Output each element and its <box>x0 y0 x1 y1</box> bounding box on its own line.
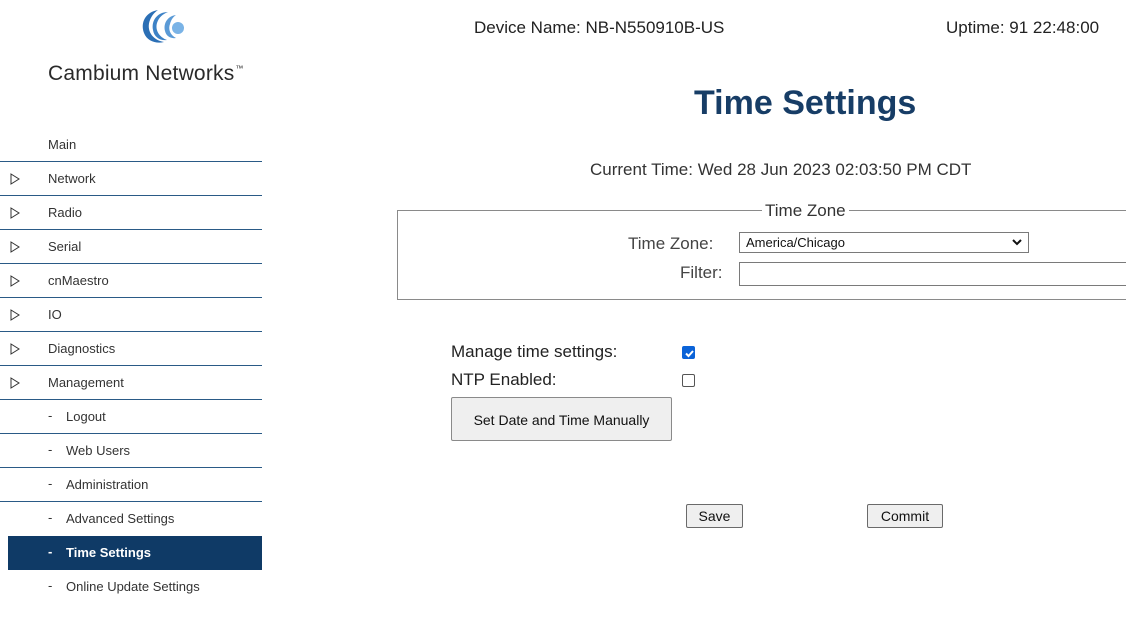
triangle-right-icon <box>10 343 20 355</box>
brand-logo-text: Cambium Networks™ <box>48 62 244 86</box>
page-title: Time Settings <box>694 84 917 122</box>
sidebar-item-label: Advanced Settings <box>66 511 175 526</box>
ntp-enabled-label: NTP Enabled: <box>451 370 557 389</box>
trademark: ™ <box>235 64 244 73</box>
triangle-right-icon <box>10 309 20 321</box>
sidebar-item-label: IO <box>48 307 62 322</box>
sidebar-item-logout[interactable]: - Logout <box>0 400 262 434</box>
sidebar-item-label: Web Users <box>66 443 131 458</box>
sub-item-dash: - <box>48 510 53 525</box>
sidebar-item-label: Online Update Settings <box>66 579 200 594</box>
sub-item-dash: - <box>48 408 53 423</box>
chevron-down-icon <box>1012 236 1022 248</box>
sidebar-item-label: Diagnostics <box>48 341 116 356</box>
commit-button[interactable]: Commit <box>867 504 943 528</box>
sidebar-item-diagnostics[interactable]: Diagnostics <box>0 332 262 366</box>
ntp-enabled-checkbox[interactable] <box>682 374 695 387</box>
sidebar-item-label: Network <box>48 171 96 186</box>
triangle-right-icon <box>10 275 20 287</box>
sidebar-item-main[interactable]: Main <box>0 128 262 162</box>
timezone-legend: Time Zone <box>762 201 849 221</box>
sidebar-item-web-users[interactable]: - Web Users <box>0 434 262 468</box>
sidebar-item-label: cnMaestro <box>48 273 109 288</box>
sub-item-dash: - <box>48 476 53 491</box>
sidebar-item-cnmaestro[interactable]: cnMaestro <box>0 264 262 298</box>
sidebar-item-label: Time Settings <box>66 545 152 560</box>
manage-time-settings-checkbox[interactable] <box>682 346 695 359</box>
uptime: Uptime: 91 22:48:00 <box>946 18 1100 37</box>
sub-item-dash: - <box>48 544 53 559</box>
timezone-fieldset <box>397 210 1126 300</box>
sidebar-item-serial[interactable]: Serial <box>0 230 262 264</box>
triangle-right-icon <box>10 173 20 185</box>
timezone-label: Time Zone: <box>628 234 714 253</box>
current-time: Current Time: Wed 28 Jun 2023 02:03:50 P… <box>590 160 972 179</box>
cambium-logo-icon <box>138 6 186 46</box>
sub-item-dash: - <box>48 578 53 593</box>
triangle-right-icon <box>10 241 20 253</box>
sidebar-item-label: Administration <box>66 477 149 492</box>
sidebar-nav: Main Network Radio Serial cnMaestro IO Diagnos… <box>0 128 262 604</box>
manage-time-settings-label: Manage time settings: <box>451 342 618 361</box>
sub-item-dash: - <box>48 442 53 457</box>
timezone-select[interactable]: America/Chicago <box>739 232 1029 253</box>
sidebar-item-time-settings[interactable]: - Time Settings <box>8 536 262 570</box>
sidebar-item-label: Management <box>48 375 124 390</box>
sidebar-item-label: Main <box>48 137 77 152</box>
device-name: Device Name: NB-N550910B-US <box>474 18 725 37</box>
sidebar-item-label: Serial <box>48 239 82 254</box>
sidebar-item-radio[interactable]: Radio <box>0 196 262 230</box>
save-button[interactable]: Save <box>686 504 743 528</box>
check-icon <box>685 350 694 358</box>
sidebar-item-advanced-settings[interactable]: - Advanced Settings <box>0 502 262 536</box>
triangle-right-icon <box>10 207 20 219</box>
sidebar-item-label: Logout <box>66 409 106 424</box>
sidebar-item-io[interactable]: IO <box>0 298 262 332</box>
sidebar-item-label: Radio <box>48 205 82 220</box>
brand-name: Cambium Networks <box>48 62 235 85</box>
sidebar-item-online-update-settings[interactable]: - Online Update Settings <box>0 570 262 604</box>
sidebar-item-management[interactable]: Management <box>0 366 262 400</box>
sidebar-item-network[interactable]: Network <box>0 162 262 196</box>
filter-input[interactable] <box>739 262 1126 286</box>
filter-label: Filter: <box>680 263 723 282</box>
timezone-selected-value: America/Chicago <box>746 235 845 250</box>
sidebar-item-administration[interactable]: - Administration <box>0 468 262 502</box>
set-date-time-manually-button[interactable]: Set Date and Time Manually <box>451 397 672 441</box>
triangle-right-icon <box>10 377 20 389</box>
